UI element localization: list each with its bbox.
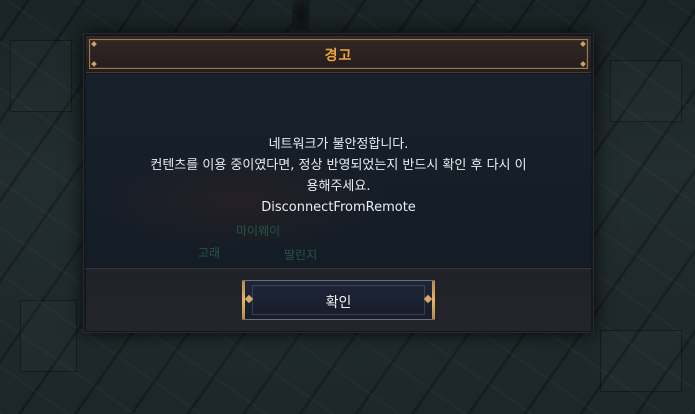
message-line: 컨텐츠를 이용 중이였다면, 정상 반영되었는지 반드시 확인 후 다시 이 bbox=[150, 158, 527, 173]
background-overlay-text: 마이웨이 bbox=[236, 224, 281, 238]
dialog-title: 경고 bbox=[324, 48, 353, 64]
warning-message: 네트워크가 불안정합니다. 컨텐츠를 이용 중이였다면, 정상 반영되었는지 반… bbox=[106, 134, 571, 218]
dialog-footer: 확인 bbox=[86, 268, 591, 331]
background-floor-tile bbox=[10, 40, 72, 112]
background-overlay-text: 고래 bbox=[198, 246, 221, 260]
error-code: DisconnectFromRemote bbox=[261, 200, 416, 215]
confirm-button-label: 확인 bbox=[325, 295, 352, 311]
background-overlay-text: 딸린지 bbox=[284, 248, 318, 262]
background-floor-tile bbox=[600, 330, 682, 392]
dialog-body: 마이웨이 고래 딸린지 네트워크가 불안정합니다. 컨텐츠를 이용 중이였다면,… bbox=[86, 74, 591, 267]
warning-dialog: 경고 마이웨이 고래 딸린지 네트워크가 불안정합니다. 컨텐츠를 이용 중이였… bbox=[83, 33, 594, 333]
background-floor-tile bbox=[610, 60, 682, 122]
background-character bbox=[292, 0, 310, 30]
confirm-button[interactable]: 확인 bbox=[242, 280, 435, 320]
message-line: 용해주세요. bbox=[306, 179, 371, 194]
message-line: 네트워크가 불안정합니다. bbox=[268, 137, 409, 152]
dialog-header: 경고 bbox=[86, 36, 591, 73]
background-floor-tile bbox=[20, 300, 77, 372]
